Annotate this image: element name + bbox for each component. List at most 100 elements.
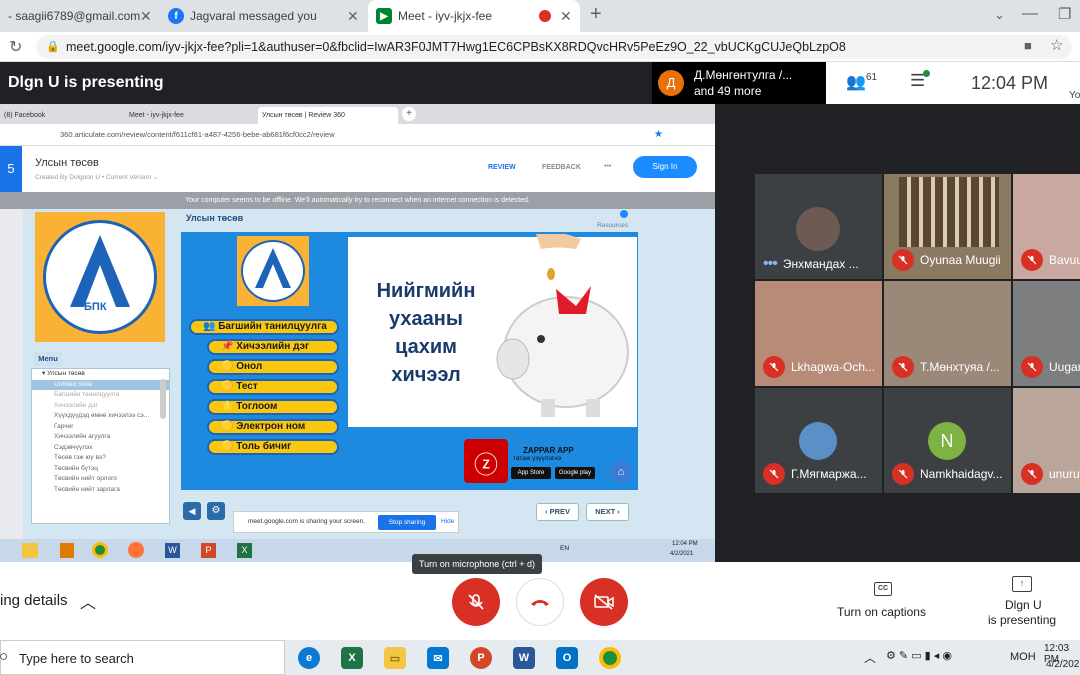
slide-heading: Нийгмийн ухааны цахим хичээл (351, 277, 501, 389)
camera-button[interactable] (580, 578, 628, 626)
chrome-icon[interactable] (599, 647, 621, 669)
mic-off-icon (1021, 463, 1043, 485)
inner-tab-label: (8) Facebook (4, 112, 46, 119)
avatar: N (928, 422, 966, 460)
camera-icon[interactable]: ■ (1024, 38, 1032, 53)
sign-in-button: Sign In (633, 156, 697, 178)
minimize-icon[interactable]: — (1022, 5, 1038, 23)
next-button: NEXT › (586, 503, 629, 521)
meeting-details-link[interactable]: ing details (0, 592, 68, 609)
slide-line: Нийгмийн (376, 280, 476, 302)
participant-name: unurus (1049, 467, 1080, 481)
clock-time: 12:04 PM (971, 73, 1049, 93)
word-icon[interactable]: W (513, 647, 535, 669)
join-notification[interactable]: Д Д.Мөнгөнтулга /... and 49 more (652, 62, 826, 104)
stop-sharing-button: Stop sharing (378, 515, 436, 530)
participant-name: Oyunaa Muugii (920, 253, 1001, 267)
tray-date[interactable]: 4/2/2021 (1046, 659, 1080, 670)
excel-icon: X (237, 543, 252, 558)
inner-tray-lang: EN (560, 545, 570, 552)
tab-search-icon[interactable]: ⌄ (994, 7, 1005, 23)
slide-header-title: Улсын төсөв (186, 213, 244, 223)
windows-taskbar: ○ Type here to search e X ▭ ✉ P W O ︿ ⚙ … (0, 640, 1080, 675)
browser-tab-bar: - saagii6789@gmail.com - ✕ f Jagvaral me… (0, 0, 1080, 32)
participant-tile[interactable]: Т.Мөнхтуяа /... (884, 281, 1011, 386)
participant-label: Uuganaa (1021, 356, 1080, 378)
url-field[interactable]: 🔒 meet.google.com/iyv-jkjx-fee?pli=1&aut… (36, 35, 1072, 59)
tab-label: - saagii6789@gmail.com - (8, 9, 148, 23)
captions-label[interactable]: Turn on captions (837, 605, 926, 619)
list-item: Хүүхдүүдэд өмнө хичээлээ сэ... (54, 412, 150, 419)
close-icon[interactable]: ✕ (347, 8, 359, 25)
pill-dictionary: 🟡 Толь бичиг (207, 439, 339, 455)
participant-name: Lkhagwa-Och... (791, 360, 876, 374)
participant-tile[interactable]: Г.Мягмаржа... (755, 388, 882, 493)
present-icon[interactable]: ↑ (1012, 576, 1032, 592)
close-icon[interactable]: ✕ (560, 8, 572, 25)
participant-label: unurus (1021, 463, 1080, 485)
powerpoint-icon[interactable]: P (470, 647, 492, 669)
close-icon[interactable]: ✕ (140, 8, 152, 25)
mail-icon[interactable]: ✉ (427, 647, 449, 669)
participant-tile[interactable]: Oyunaa Muugii (884, 174, 1011, 279)
participant-tile[interactable]: Uuganaa (1013, 281, 1080, 386)
folder-icon (22, 543, 38, 558)
tray-lang[interactable]: МОН (1010, 651, 1036, 663)
participant-label: Т.Мөнхтуяа /... (892, 356, 1000, 378)
pill-teacher-intro: 👥 Багшийн танилцуулга (189, 319, 339, 335)
microphone-button[interactable] (452, 578, 500, 626)
excel-icon[interactable]: X (341, 647, 363, 669)
slide-line: хичээл (391, 364, 461, 386)
leave-call-button[interactable] (516, 578, 564, 626)
list-item: Хичээлийн дэг (54, 401, 98, 409)
bookshelf (899, 177, 999, 247)
participant-name: Т.Мөнхтуяа /... (920, 360, 1000, 374)
taskbar-search[interactable]: ○ Type here to search (0, 640, 285, 675)
bpk-logo-icon (70, 235, 130, 307)
edge-icon[interactable]: e (298, 647, 320, 669)
participant-tile[interactable]: unurus (1013, 388, 1080, 493)
restore-icon[interactable]: ❐ (1058, 5, 1071, 23)
nav-more: ••• (604, 163, 612, 170)
file-explorer-icon[interactable]: ▭ (384, 647, 406, 669)
inner-url-text: 360.articulate.com/review/content/f611cf… (60, 130, 335, 139)
list-item: ▾ Улсын төсөв (42, 370, 85, 377)
list-item: Төсөв гэж юу вэ? (54, 454, 106, 461)
slide-canvas: 👥 Багшийн танилцуулга 📌 Хичээлийн дэг 🟡 … (181, 232, 638, 490)
tab-facebook[interactable]: f Jagvaral messaged you (160, 0, 365, 32)
list-item: Төсвийн нийт орлого (54, 475, 117, 482)
mic-off-icon (468, 594, 484, 610)
zappar-subtitle: татаж үзүүлэгнэ (513, 455, 562, 462)
course-title: Улсын төсөв (35, 157, 99, 169)
participant-tile[interactable]: N Namkhaidagv... (884, 388, 1011, 493)
firefox-icon (128, 542, 144, 558)
new-tab-button[interactable]: + (590, 3, 602, 26)
chrome-icon (92, 542, 108, 558)
avatar (799, 422, 837, 460)
reload-icon[interactable]: ↻ (9, 37, 22, 57)
participant-label: Bavuu (1021, 249, 1080, 271)
tab-gmail[interactable]: - saagii6789@gmail.com - (0, 0, 160, 32)
participant-count: 61 (866, 72, 878, 83)
meet-top-right: 👥 61 ☰ 12:04 PM Yo (826, 62, 1080, 104)
participant-label: ••• Энхмандах ... (763, 256, 859, 272)
nav-review: REVIEW (488, 164, 516, 171)
chevron-up-icon[interactable]: ︿ (80, 589, 96, 613)
participant-tile[interactable]: ••• Энхмандах ... (755, 174, 882, 279)
captions-icon[interactable]: CC (874, 582, 892, 596)
outlook-icon[interactable]: O (556, 647, 578, 669)
tray-icons[interactable]: ⚙ ✎ ▭ ▮ ◂ ◉ (886, 649, 952, 662)
participant-tile[interactable]: Lkhagwa-Och... (755, 281, 882, 386)
star-icon[interactable]: ☆ (1050, 36, 1063, 54)
people-icon[interactable]: 👥 (846, 72, 866, 92)
participant-tile[interactable]: Bavuu (1013, 174, 1080, 279)
mic-off-icon (892, 356, 914, 378)
zappar-icon: ⓩ (474, 452, 498, 479)
search-placeholder: Type here to search (19, 651, 134, 666)
mic-off-icon (1021, 249, 1043, 271)
presenting-line1: Dlgn U (1005, 598, 1042, 612)
piggy-bank-icon (496, 234, 629, 417)
avatar: Д (658, 70, 684, 96)
tray-chevron-icon[interactable]: ︿ (864, 649, 876, 666)
settings-icon: ⚙ (207, 502, 225, 520)
